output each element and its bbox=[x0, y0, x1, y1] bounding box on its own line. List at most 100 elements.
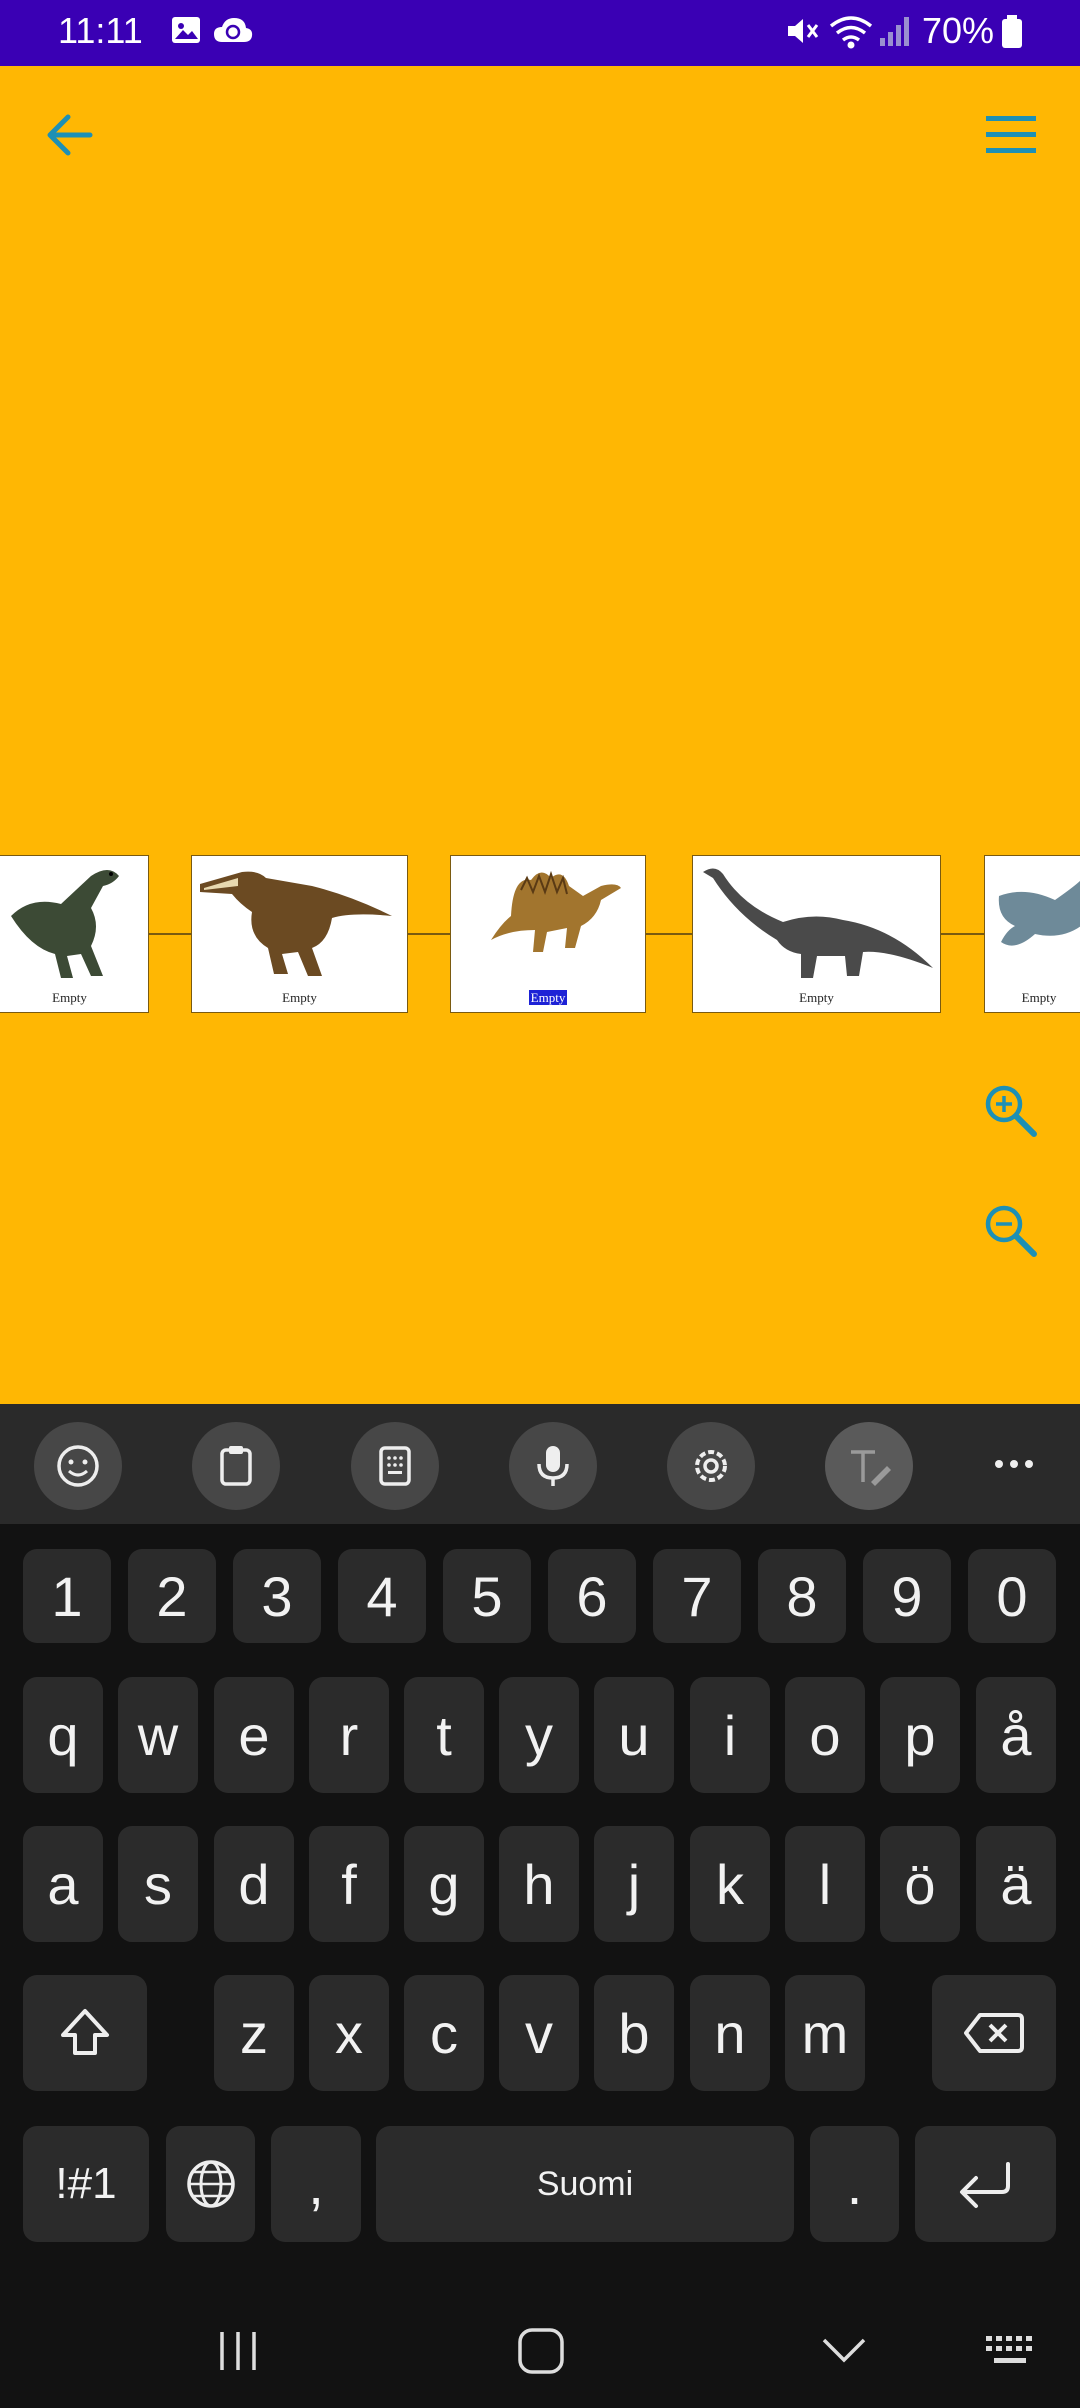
key-v[interactable]: v bbox=[499, 1975, 579, 2091]
key-h[interactable]: h bbox=[499, 1826, 579, 1942]
key-y[interactable]: y bbox=[499, 1677, 579, 1793]
key-s[interactable]: s bbox=[118, 1826, 198, 1942]
key-l[interactable]: l bbox=[785, 1826, 865, 1942]
key-o[interactable]: o bbox=[785, 1677, 865, 1793]
card-label: Empty bbox=[528, 990, 568, 1005]
signal-icon bbox=[880, 17, 909, 46]
one-handed-keypad-icon bbox=[379, 1446, 411, 1486]
card-label: Empty bbox=[799, 990, 834, 1005]
keypad-button[interactable] bbox=[351, 1422, 439, 1510]
key-r[interactable]: r bbox=[309, 1677, 389, 1793]
microphone-icon bbox=[537, 1446, 569, 1486]
baryonyx-image bbox=[200, 871, 392, 976]
status-bar: 11:11 70% bbox=[0, 0, 1080, 66]
key-6[interactable]: 6 bbox=[548, 1549, 636, 1643]
image-icon bbox=[172, 17, 200, 43]
shift-key[interactable] bbox=[23, 1975, 147, 2091]
arrow-left-icon bbox=[47, 114, 93, 156]
menu-button[interactable] bbox=[982, 110, 1042, 160]
symbols-key[interactable]: !#1 bbox=[23, 2126, 149, 2242]
key-2[interactable]: 2 bbox=[128, 1549, 216, 1643]
key-a-umlaut[interactable]: ä bbox=[976, 1826, 1056, 1942]
timeline-card[interactable]: Empty bbox=[984, 855, 1080, 1013]
zoom-in-button[interactable] bbox=[982, 1082, 1040, 1140]
recent-apps-icon[interactable] bbox=[214, 2326, 264, 2376]
hide-keyboard-icon[interactable] bbox=[818, 2328, 870, 2372]
home-icon[interactable] bbox=[514, 2324, 568, 2378]
navigation-bar bbox=[0, 2294, 1080, 2408]
zoom-out-icon bbox=[985, 1205, 1037, 1257]
backspace-key[interactable] bbox=[932, 1975, 1056, 2091]
timeline-connector bbox=[645, 933, 692, 935]
enter-key[interactable] bbox=[915, 2126, 1056, 2242]
timeline-card[interactable]: Empty bbox=[0, 855, 149, 1013]
keyboard-toolbar bbox=[0, 1404, 1080, 1524]
language-key[interactable] bbox=[166, 2126, 255, 2242]
key-z[interactable]: z bbox=[214, 1975, 294, 2091]
key-a-ring[interactable]: å bbox=[976, 1677, 1056, 1793]
key-w[interactable]: w bbox=[118, 1677, 198, 1793]
key-b[interactable]: b bbox=[594, 1975, 674, 2091]
hamburger-menu-icon bbox=[986, 116, 1036, 153]
settings-icon bbox=[695, 1450, 727, 1482]
key-9[interactable]: 9 bbox=[863, 1549, 951, 1643]
voice-input-button[interactable] bbox=[509, 1422, 597, 1510]
key-c[interactable]: c bbox=[404, 1975, 484, 2091]
key-4[interactable]: 4 bbox=[338, 1549, 426, 1643]
key-u[interactable]: u bbox=[594, 1677, 674, 1793]
key-i[interactable]: i bbox=[690, 1677, 770, 1793]
battery-percentage: 70% bbox=[922, 10, 995, 51]
timeline-connector bbox=[407, 933, 450, 935]
zoom-out-button[interactable] bbox=[982, 1202, 1040, 1260]
key-q[interactable]: q bbox=[23, 1677, 103, 1793]
emoji-icon bbox=[57, 1445, 99, 1487]
key-k[interactable]: k bbox=[690, 1826, 770, 1942]
backspace-icon bbox=[964, 2013, 1024, 2053]
key-j[interactable]: j bbox=[594, 1826, 674, 1942]
key-0[interactable]: 0 bbox=[968, 1549, 1056, 1643]
key-5[interactable]: 5 bbox=[443, 1549, 531, 1643]
clipboard-button[interactable] bbox=[192, 1422, 280, 1510]
card-label: Empty bbox=[282, 990, 317, 1005]
timeline-card[interactable]: Empty bbox=[692, 855, 941, 1013]
shift-icon bbox=[61, 2009, 109, 2055]
timeline-card[interactable]: Empty bbox=[191, 855, 408, 1013]
wifi-icon bbox=[829, 16, 873, 49]
more-icon bbox=[995, 1460, 1033, 1468]
key-m[interactable]: m bbox=[785, 1975, 865, 2091]
velociraptor-image bbox=[11, 870, 119, 978]
key-n[interactable]: n bbox=[690, 1975, 770, 2091]
key-x[interactable]: x bbox=[309, 1975, 389, 2091]
dinosaur-timeline[interactable]: Empty Empty Empty Empty Empty bbox=[0, 855, 1080, 1015]
clipboard-icon bbox=[220, 1446, 252, 1486]
keyboard-settings-button[interactable] bbox=[667, 1422, 755, 1510]
key-a[interactable]: a bbox=[23, 1826, 103, 1942]
key-p[interactable]: p bbox=[880, 1677, 960, 1793]
emoji-button[interactable] bbox=[34, 1422, 122, 1510]
key-d[interactable]: d bbox=[214, 1826, 294, 1942]
more-button[interactable] bbox=[985, 1444, 1045, 1484]
key-g[interactable]: g bbox=[404, 1826, 484, 1942]
back-button[interactable] bbox=[40, 105, 100, 165]
handwriting-icon bbox=[851, 1450, 891, 1486]
timeline-connector bbox=[148, 933, 191, 935]
handwriting-button[interactable] bbox=[825, 1422, 913, 1510]
comma-key[interactable]: , bbox=[271, 2126, 361, 2242]
timeline-connector bbox=[940, 933, 984, 935]
key-f[interactable]: f bbox=[309, 1826, 389, 1942]
key-7[interactable]: 7 bbox=[653, 1549, 741, 1643]
soft-keyboard: 1 2 3 4 5 6 7 8 9 0 q w e r t y u i o p … bbox=[0, 1524, 1080, 2294]
zoom-in-icon bbox=[985, 1085, 1037, 1137]
card-label: Empty bbox=[52, 990, 87, 1005]
key-o-umlaut[interactable]: ö bbox=[880, 1826, 960, 1942]
key-1[interactable]: 1 bbox=[23, 1549, 111, 1643]
timeline-card-selected[interactable]: Empty bbox=[450, 855, 646, 1013]
cloud-sync-icon bbox=[214, 18, 253, 42]
space-key[interactable]: Suomi bbox=[376, 2126, 794, 2242]
key-3[interactable]: 3 bbox=[233, 1549, 321, 1643]
keyboard-switch-icon[interactable] bbox=[982, 2330, 1042, 2370]
key-e[interactable]: e bbox=[214, 1677, 294, 1793]
key-8[interactable]: 8 bbox=[758, 1549, 846, 1643]
key-t[interactable]: t bbox=[404, 1677, 484, 1793]
period-key[interactable]: . bbox=[810, 2126, 899, 2242]
